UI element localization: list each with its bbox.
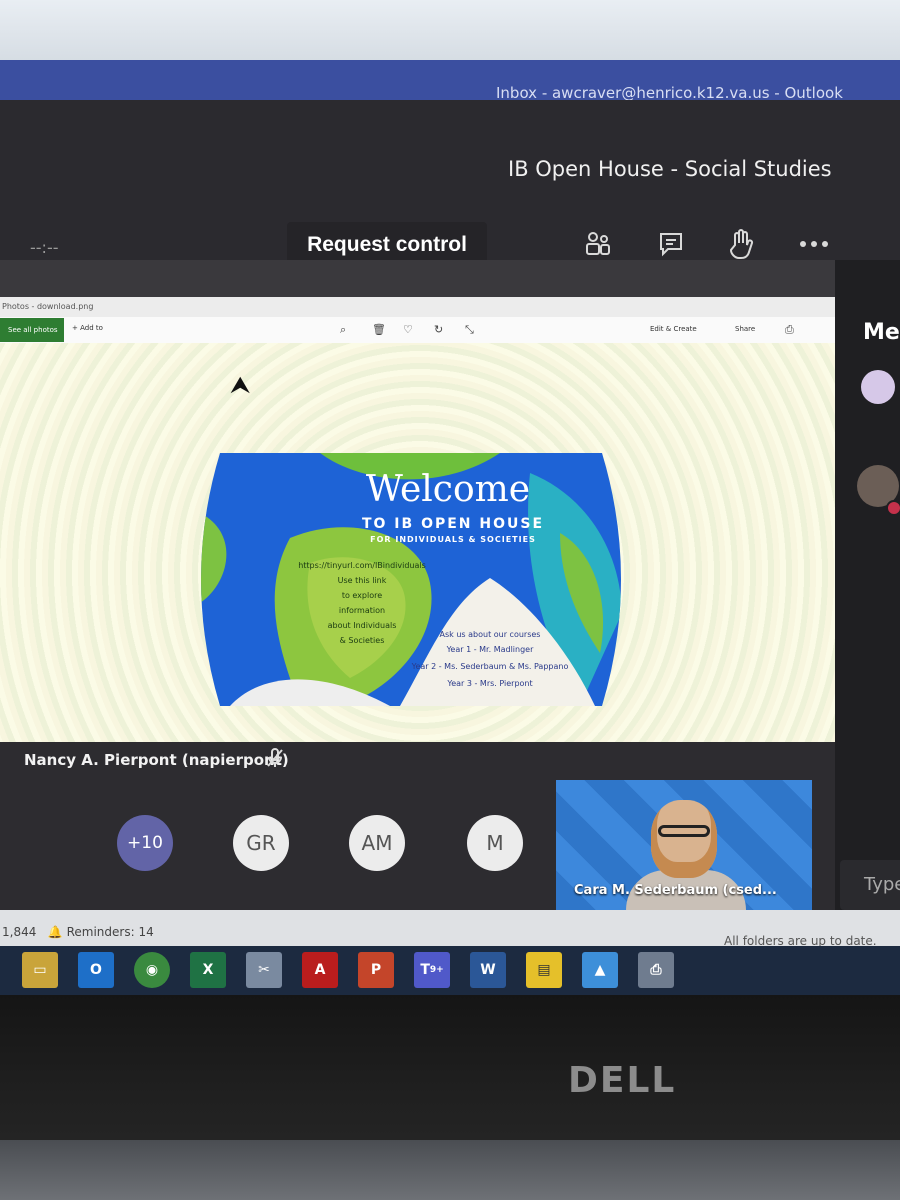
share-button[interactable]: Share [735, 325, 755, 333]
slide-course-line: Year 1 - Mr. Madlinger [446, 645, 534, 654]
windows-taskbar: ▭ O ◉ X ✂ A P T 9+ W ▤ ▲ ⎙ [0, 946, 900, 995]
item-count: 1,844 [2, 925, 37, 939]
print-icon[interactable]: ⎙ [785, 323, 794, 337]
welcome-slide-image: Welcome TO IB OPEN HOUSE FOR INDIVIDUALS… [201, 453, 621, 706]
slide-link-line: & Societies [340, 636, 385, 645]
sticky-notes-icon[interactable]: ▤ [526, 952, 562, 988]
slide-link-line: Use this link [338, 576, 387, 585]
compose-message-input[interactable]: Type [840, 860, 900, 910]
file-explorer-icon[interactable]: ▭ [22, 952, 58, 988]
mic-off-icon [266, 748, 284, 773]
powerpoint-icon[interactable]: P [358, 952, 394, 988]
excel-icon[interactable]: X [190, 952, 226, 988]
slide-course-line: Ask us about our courses [440, 630, 541, 639]
photos-toolbar: See all photos + Add to ⌕ 🗑 ♡ ↻ ⤡ Edit &… [0, 317, 835, 343]
see-all-photos-button[interactable]: See all photos [0, 318, 64, 342]
meeting-title: IB Open House - Social Studies [508, 157, 832, 181]
chat-icon[interactable] [653, 226, 689, 262]
screen: Inbox - awcraver@henrico.k12.va.us - Out… [0, 60, 900, 995]
outlook-title-bar: Inbox - awcraver@henrico.k12.va.us - Out… [0, 60, 900, 102]
participant-avatar[interactable]: AM [349, 815, 405, 871]
video-participant-name: Cara M. Sederbaum (csed... [574, 883, 777, 898]
outlook-icon[interactable]: O [78, 952, 114, 988]
slide-course-line: Year 3 - Mrs. Pierpont [446, 679, 532, 688]
snipping-tool-icon[interactable]: ✂ [246, 952, 282, 988]
favorite-icon[interactable]: ♡ [403, 323, 413, 336]
crop-icon[interactable]: ⤡ [465, 323, 474, 337]
zoom-icon[interactable]: ⌕ [340, 323, 346, 337]
photos-window-title: Photos - download.png [0, 297, 835, 317]
delete-icon[interactable]: 🗑 [372, 323, 386, 336]
slide-course-line: Year 2 - Ms. Sederbaum & Ms. Pappano [411, 662, 569, 671]
reminders-count[interactable]: Reminders: 14 [67, 925, 154, 939]
dell-logo: DELL [568, 1060, 677, 1101]
monitor-stand-edge [0, 1140, 900, 1200]
slide-tagline: FOR INDIVIDUALS & SOCIETIES [370, 535, 536, 544]
chrome-icon[interactable]: ◉ [134, 952, 170, 988]
photos-icon[interactable]: ▲ [582, 952, 618, 988]
rotate-icon[interactable]: ↻ [434, 323, 443, 336]
slide-subheadline: TO IB OPEN HOUSE [362, 516, 544, 532]
photo-viewer: Welcome TO IB OPEN HOUSE FOR INDIVIDUALS… [0, 343, 835, 742]
presenter-name: Nancy A. Pierpont (napierpont) [24, 751, 289, 769]
raise-hand-icon[interactable] [723, 226, 759, 262]
more-options-icon[interactable] [796, 226, 832, 262]
teams-icon[interactable]: T 9+ [414, 952, 450, 988]
teams-badge: 9+ [429, 965, 444, 975]
participant-avatar[interactable]: GR [233, 815, 289, 871]
panel-title: Me [863, 320, 900, 345]
desk-background [0, 0, 900, 60]
slide-link-line: information [339, 606, 385, 615]
edit-create-button[interactable]: Edit & Create [650, 325, 697, 333]
add-to-button[interactable]: + Add to [72, 324, 103, 332]
mouse-cursor-icon: ⮝ [230, 371, 251, 399]
participants-strip: +10 GR AM M [0, 780, 555, 910]
chat-avatar [861, 370, 895, 404]
meeting-timer: --:-- [30, 238, 59, 257]
participant-video-tile[interactable]: Cara M. Sederbaum (csed... [556, 780, 812, 910]
word-icon[interactable]: W [470, 952, 506, 988]
printer-icon[interactable]: ⎙ [638, 952, 674, 988]
slide-link-line: about Individuals [328, 621, 397, 630]
outlook-status-bar: 1,844 🔔 Reminders: 14 All folders are up… [0, 910, 900, 948]
shared-screen: Photos - download.png See all photos + A… [0, 297, 835, 742]
status-left: 1,844 🔔 Reminders: 14 [2, 925, 154, 939]
bell-icon: 🔔 [47, 925, 63, 939]
participant-avatar[interactable]: M [467, 815, 523, 871]
participants-icon[interactable] [580, 226, 616, 262]
presenter-bar: Nancy A. Pierpont (napierpont) [0, 742, 835, 780]
slide-link-line: https://tinyurl.com/IBindividuals [298, 561, 426, 570]
chat-side-panel: Me Type [835, 260, 900, 910]
slide-headline: Welcome [366, 469, 530, 510]
teams-meeting-header: IB Open House - Social Studies --:-- Req… [0, 100, 900, 278]
acrobat-icon[interactable]: A [302, 952, 338, 988]
busy-status-icon [886, 500, 900, 516]
video-person-glasses [658, 825, 710, 837]
slide-link-line: to explore [342, 591, 382, 600]
video-person-head [651, 800, 717, 878]
more-participants-button[interactable]: +10 [117, 815, 173, 871]
